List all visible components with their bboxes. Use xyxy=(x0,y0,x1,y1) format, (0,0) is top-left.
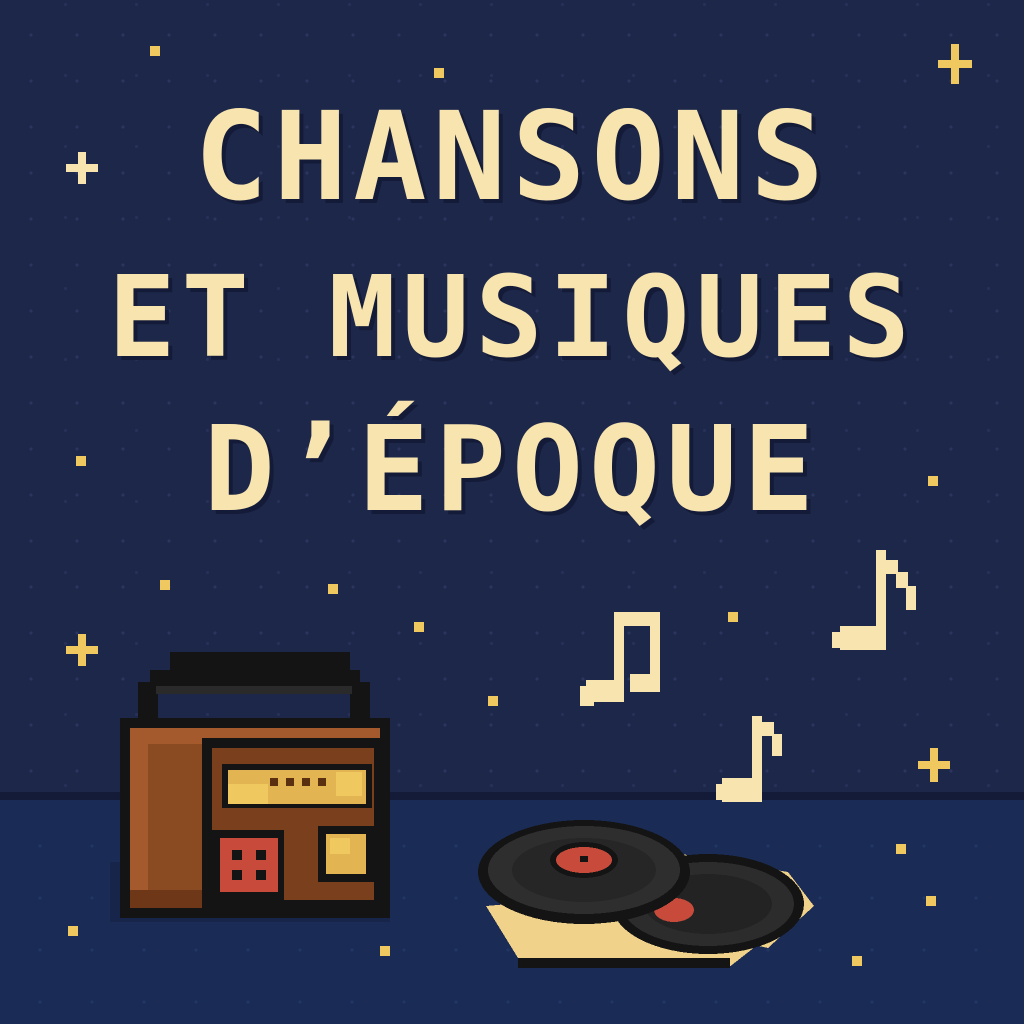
title-line-2: ET MUSIQUES xyxy=(108,253,916,383)
album-cover-scene: CHANSONS ET MUSIQUES D’ÉPOQUE xyxy=(0,0,1024,1024)
music-note-icon xyxy=(832,550,918,661)
star-dot xyxy=(380,946,390,956)
title-line-1: CHANSONS xyxy=(194,86,830,228)
star-dot xyxy=(852,956,862,966)
star-dot xyxy=(728,612,738,622)
star-dot xyxy=(328,584,338,594)
star-dot xyxy=(160,580,170,590)
music-note-icon xyxy=(580,610,666,719)
star-dot xyxy=(414,622,424,632)
star-dot xyxy=(488,696,498,706)
star-dot xyxy=(150,46,160,56)
sparkle-star-icon xyxy=(66,634,98,666)
sparkle-star-icon xyxy=(918,748,950,782)
vinyl-records-icon xyxy=(478,808,818,983)
title-line-3: D’ÉPOQUE xyxy=(203,400,821,538)
sparkle-star-icon xyxy=(938,44,972,84)
retro-radio-icon xyxy=(80,634,410,939)
star-dot xyxy=(896,844,906,854)
music-note-icon xyxy=(716,716,786,811)
star-dot xyxy=(68,926,78,936)
star-dot xyxy=(434,68,444,78)
star-dot xyxy=(926,896,936,906)
